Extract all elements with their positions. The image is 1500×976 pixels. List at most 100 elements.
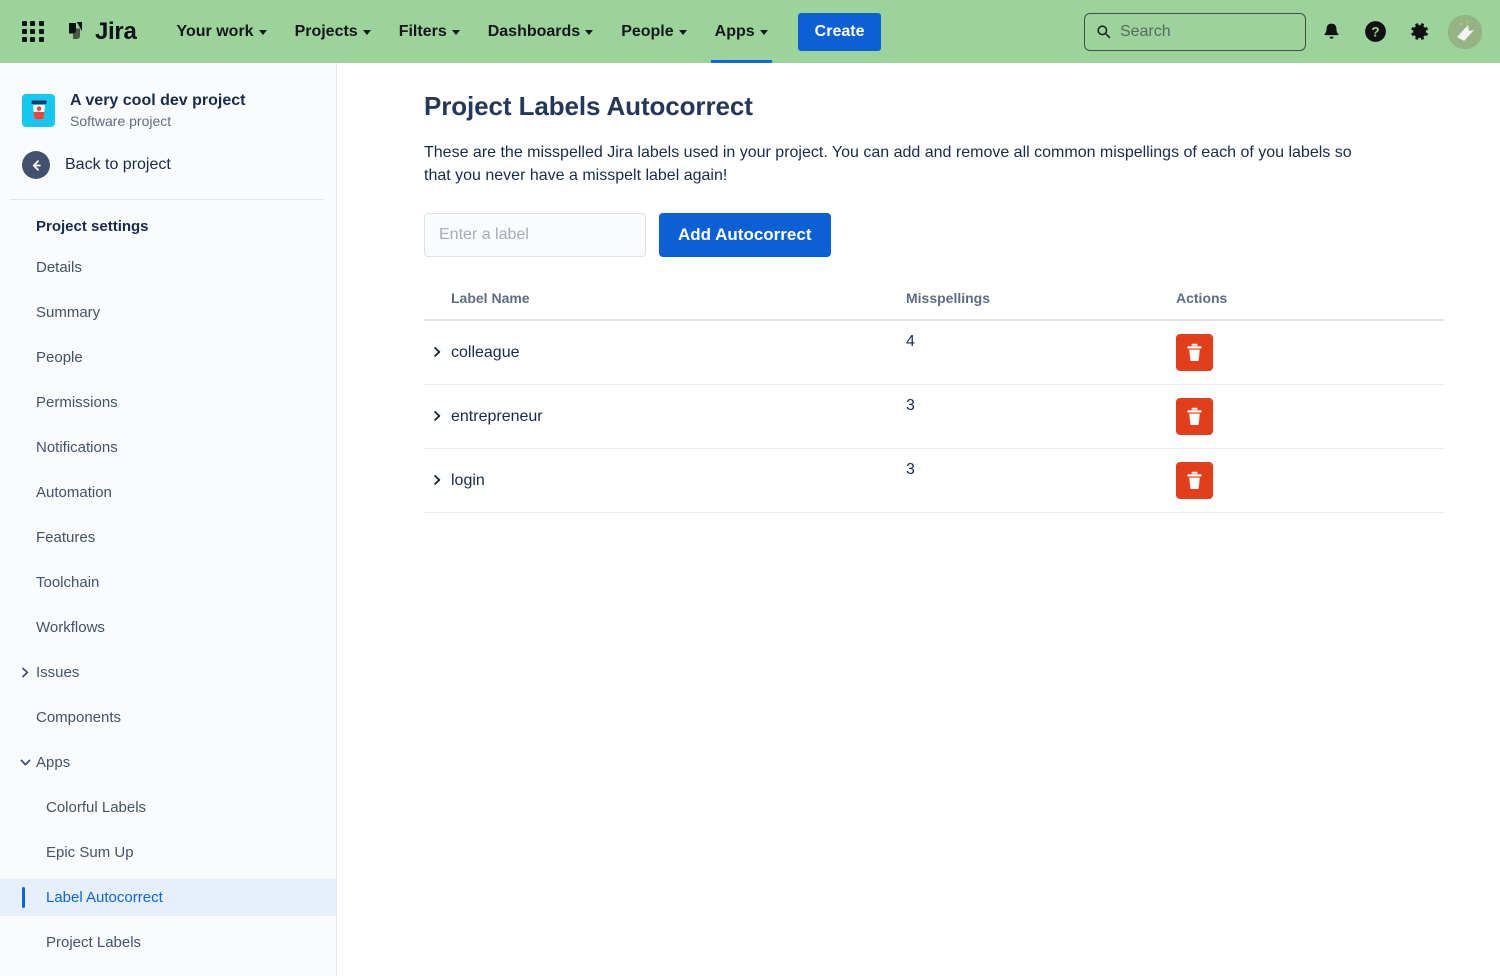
sidebar-item-label: Colorful Labels <box>46 799 147 816</box>
cell-label-name: entrepreneur <box>424 408 906 426</box>
app-switcher-icon[interactable] <box>20 19 46 45</box>
cell-actions <box>1176 462 1444 500</box>
sidebar-item-label: Apps <box>36 754 71 771</box>
search-icon <box>1097 25 1111 39</box>
sidebar-item-epic-sum-up[interactable]: Epic Sum Up <box>0 834 336 871</box>
sidebar-item-label-autocorrect[interactable]: Label Autocorrect <box>0 879 336 916</box>
sidebar-item-apps[interactable]: Apps <box>0 744 336 781</box>
labels-table: Label Name Misspellings Actions colleagu… <box>424 290 1444 514</box>
project-name: A very cool dev project <box>70 92 246 109</box>
add-autocorrect-button[interactable]: Add Autocorrect <box>659 213 831 258</box>
page-description: These are the misspelled Jira labels use… <box>424 144 1352 185</box>
label-input[interactable] <box>424 213 646 258</box>
chevron-right-icon[interactable] <box>433 474 442 485</box>
label-name-text: colleague <box>451 343 520 361</box>
chevron-down-icon <box>362 30 371 35</box>
sidebar-item-label: Label Autocorrect <box>46 889 163 906</box>
nav-right-group: ? <box>1084 12 1482 51</box>
nav-item-your-work[interactable]: Your work <box>163 0 281 63</box>
delete-button[interactable] <box>1176 462 1213 500</box>
add-autocorrect-form: Add Autocorrect <box>338 187 1500 258</box>
sidebar-item-components[interactable]: Components <box>0 699 336 736</box>
cell-misspellings-count: 4 <box>906 333 915 351</box>
table-row: entrepreneur 3 <box>424 385 1444 450</box>
notifications-button[interactable] <box>1312 13 1350 51</box>
label-name-text: entrepreneur <box>451 407 543 425</box>
chevron-down-icon <box>451 30 460 35</box>
jira-logo-text: Jira <box>95 17 137 45</box>
sidebar-item-label: Toolchain <box>36 574 100 591</box>
table-row: login 3 <box>424 449 1444 514</box>
project-sidebar: A very cool dev project Software project… <box>0 63 337 976</box>
sidebar-item-automation[interactable]: Automation <box>0 474 336 511</box>
arrow-left-icon <box>22 151 50 179</box>
nav-item-filters[interactable]: Filters <box>385 0 474 63</box>
project-header[interactable]: A very cool dev project Software project <box>0 63 336 129</box>
sidebar-item-label: Issues <box>36 664 80 681</box>
project-settings-heading: Project settings <box>36 218 149 235</box>
svg-text:?: ? <box>1371 25 1379 40</box>
sidebar-item-issues[interactable]: Issues <box>0 654 336 691</box>
sidebar-item-details[interactable]: Details <box>0 249 336 286</box>
settings-button[interactable] <box>1400 13 1438 51</box>
delete-button[interactable] <box>1176 398 1213 436</box>
sidebar-item-label: Features <box>36 529 96 546</box>
sidebar-item-label: People <box>36 349 83 366</box>
sidebar-item-workflows[interactable]: Workflows <box>0 609 336 646</box>
sidebar-item-label: Summary <box>36 304 101 321</box>
search-box[interactable] <box>1084 12 1306 51</box>
sidebar-item-label: Automation <box>36 484 112 501</box>
back-to-project-link[interactable]: Back to project <box>0 129 336 199</box>
back-to-project-label: Back to project <box>65 156 171 173</box>
chevron-down-icon <box>585 30 594 35</box>
search-input[interactable] <box>1119 22 1294 41</box>
sidebar-item-label: Project Labels <box>46 934 142 951</box>
nav-item-label: Your work <box>176 22 254 40</box>
delete-button[interactable] <box>1176 334 1213 372</box>
nav-item-projects[interactable]: Projects <box>281 0 385 63</box>
sidebar-item-people[interactable]: People <box>0 339 336 376</box>
nav-item-label: Filters <box>398 22 447 40</box>
chevron-right-icon[interactable] <box>19 667 31 679</box>
jira-home-logo[interactable]: Jira <box>62 18 137 46</box>
chevron-down-icon <box>678 30 687 35</box>
nav-item-label: Apps <box>714 22 755 40</box>
chevron-down-icon <box>759 30 768 35</box>
column-header-actions: Actions <box>1176 290 1228 307</box>
chevron-down-icon[interactable] <box>19 757 31 769</box>
cell-misspellings-count: 3 <box>906 461 915 479</box>
sidebar-item-project-labels[interactable]: Project Labels <box>0 924 336 961</box>
sidebar-item-notifications[interactable]: Notifications <box>0 429 336 466</box>
trash-icon <box>1187 344 1202 362</box>
main-content: Project Labels Autocorrect These are the… <box>338 63 1500 976</box>
sidebar-item-label: Details <box>36 259 82 276</box>
sidebar-item-toolchain[interactable]: Toolchain <box>0 564 336 601</box>
bell-icon <box>1324 23 1338 39</box>
coffee-cup-icon <box>31 100 46 120</box>
nav-item-dashboards[interactable]: Dashboards <box>474 0 607 63</box>
help-icon: ? <box>1364 21 1386 42</box>
nav-item-people[interactable]: People <box>607 0 700 63</box>
project-avatar <box>22 93 55 127</box>
sidebar-item-label: Permissions <box>36 394 118 411</box>
sidebar-item-features[interactable]: Features <box>0 519 336 556</box>
nav-item-apps[interactable]: Apps <box>701 0 782 63</box>
sidebar-item-colorful-labels[interactable]: Colorful Labels <box>0 789 336 826</box>
create-button[interactable]: Create <box>797 12 882 51</box>
column-header-misspellings: Misspellings <box>906 290 991 307</box>
project-type: Software project <box>70 113 172 129</box>
help-button[interactable]: ? <box>1356 13 1394 51</box>
nav-item-label: Dashboards <box>487 22 581 40</box>
column-header-label-name: Label Name <box>451 290 530 307</box>
chevron-right-icon[interactable] <box>433 346 442 357</box>
user-avatar[interactable] <box>1448 14 1482 49</box>
sidebar-item-summary[interactable]: Summary <box>0 294 336 331</box>
gear-icon <box>1410 23 1428 40</box>
sidebar-item-label: Workflows <box>36 619 105 636</box>
jira-logo-icon <box>69 21 82 39</box>
chevron-right-icon[interactable] <box>433 410 442 421</box>
nav-item-label: People <box>621 22 674 40</box>
table-header-row: Label Name Misspellings Actions <box>424 290 1444 322</box>
cell-actions <box>1176 334 1444 372</box>
sidebar-item-permissions[interactable]: Permissions <box>0 384 336 421</box>
